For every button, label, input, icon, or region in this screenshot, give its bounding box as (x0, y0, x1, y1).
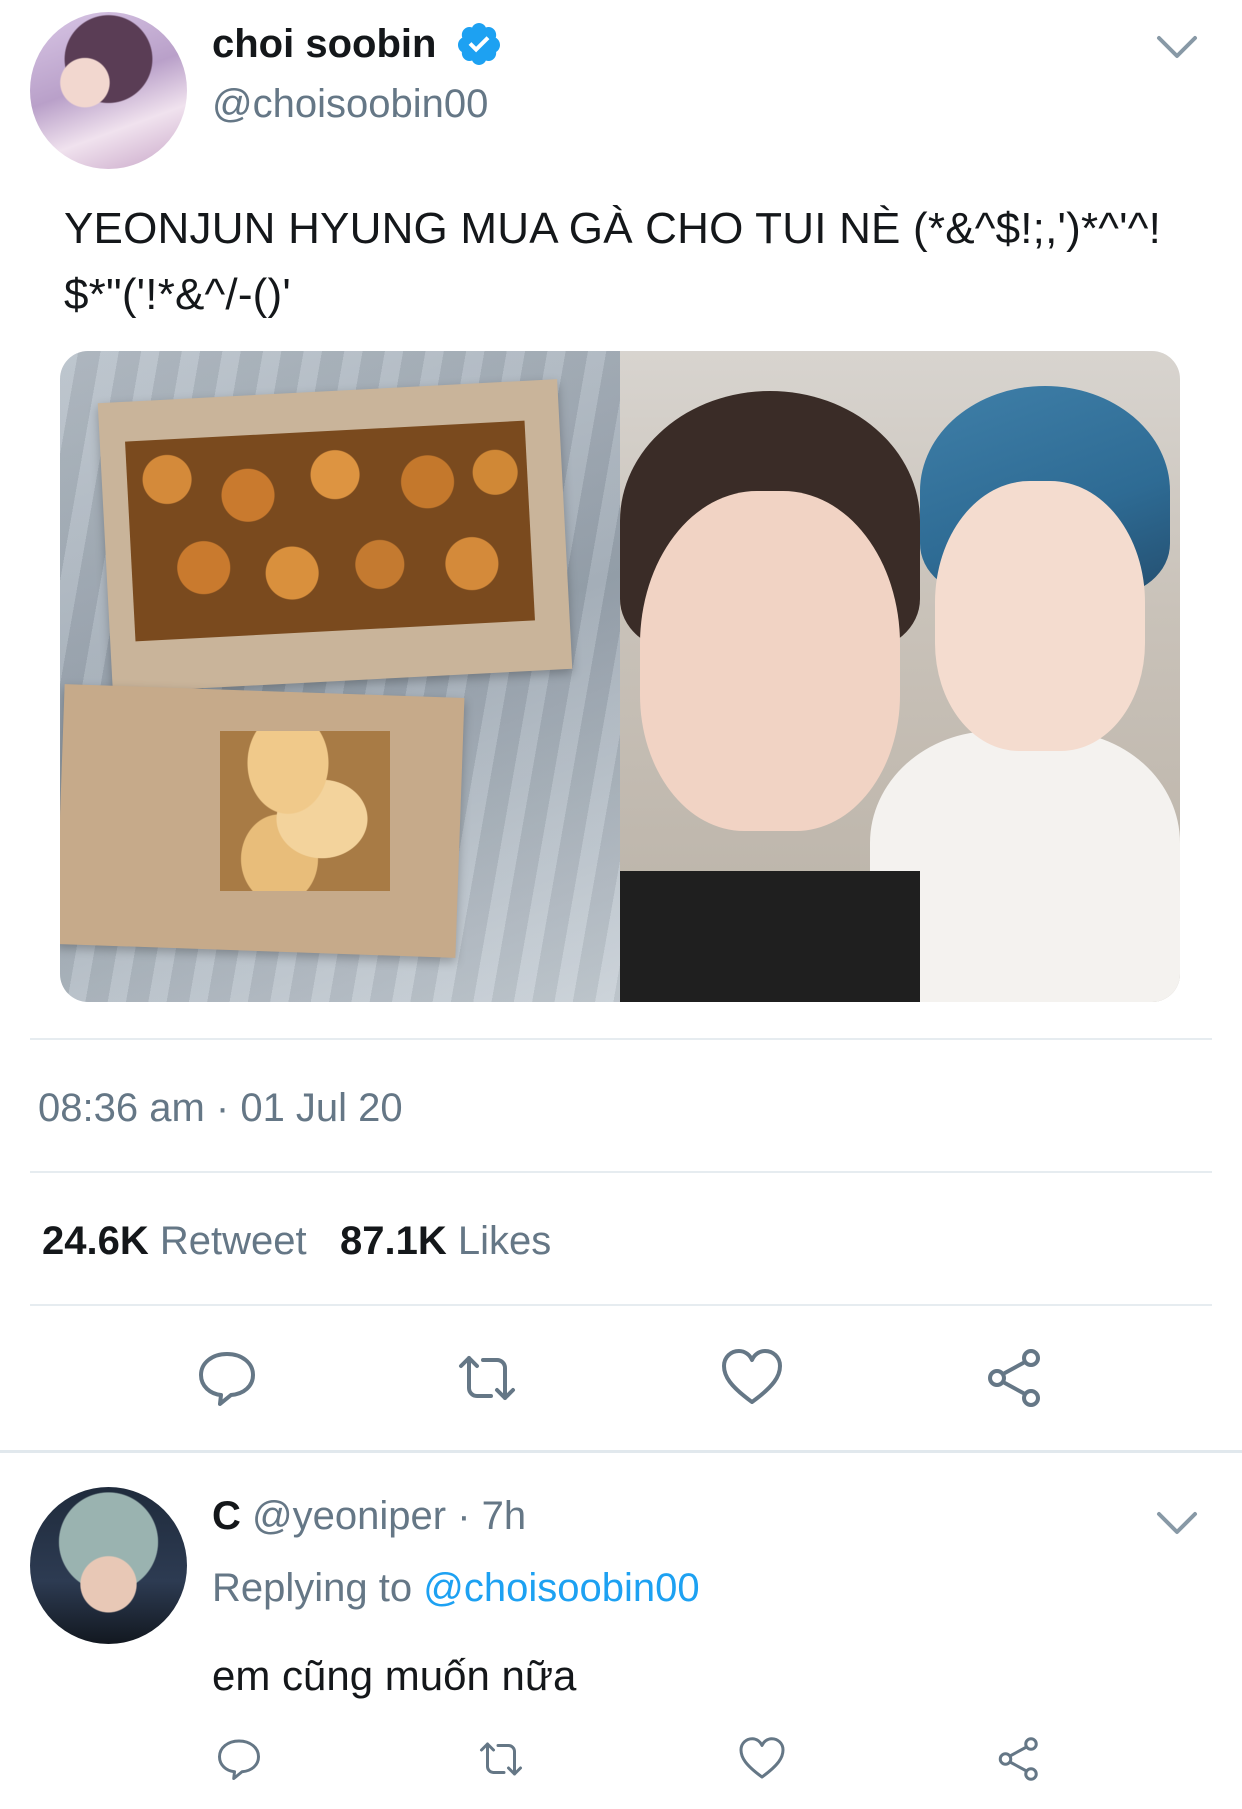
shirt (620, 871, 920, 1002)
verified-badge-icon (455, 20, 503, 68)
photo-chicken-boxes[interactable] (60, 351, 620, 1002)
tweet-timestamp[interactable]: 08:36 am · 01 Jul 20 (38, 1080, 403, 1136)
retweet-icon[interactable] (477, 1735, 525, 1783)
face (640, 491, 900, 831)
reply-author-name[interactable]: C (212, 1494, 241, 1538)
reply-author-avatar[interactable] (30, 1487, 187, 1644)
retweet-icon[interactable] (455, 1346, 519, 1410)
comment-icon[interactable] (215, 1735, 263, 1783)
tweet-separator (0, 1450, 1242, 1453)
divider (30, 1304, 1212, 1306)
retweet-count[interactable]: 24.6K (42, 1219, 149, 1263)
share-icon[interactable] (983, 1346, 1047, 1410)
face (935, 481, 1145, 751)
reply-time: · 7h (457, 1494, 527, 1538)
author-avatar[interactable] (30, 12, 187, 169)
tweet-media (60, 351, 1180, 1002)
like-count[interactable]: 87.1K (340, 1219, 447, 1263)
heart-icon[interactable] (720, 1346, 784, 1410)
tweet-stats: 24.6K Retweet 87.1K Likes (42, 1213, 551, 1269)
reply-text: em cũng muốn nữa (212, 1652, 577, 1699)
tweet-text-line-2: $*"('!*&^/-()' (64, 270, 291, 319)
photo-selfie[interactable] (620, 351, 1180, 1002)
fried-chicken (125, 420, 535, 642)
replying-to: Replying to @choisoobin00 (212, 1560, 700, 1616)
reply-header: C @yeoniper · 7h (212, 1488, 526, 1544)
comment-icon[interactable] (195, 1346, 259, 1410)
fried-chicken (220, 731, 390, 891)
tweet-text: YEONJUN HYUNG MUA GÀ CHO TUI NÈ (*&^$!;,… (64, 196, 1194, 328)
replying-prefix: Replying to (212, 1566, 413, 1610)
heart-icon[interactable] (738, 1735, 786, 1783)
chevron-down-icon[interactable] (1155, 1508, 1199, 1538)
reply-author-handle[interactable]: @yeoniper (252, 1494, 446, 1538)
divider (30, 1038, 1212, 1040)
replying-to-link[interactable]: @choisoobin00 (423, 1566, 699, 1610)
like-label[interactable]: Likes (458, 1219, 551, 1263)
tweet-text-line-1: YEONJUN HYUNG MUA GÀ CHO TUI NÈ (*&^$!;,… (64, 204, 1162, 253)
author-name[interactable]: choi soobin (212, 16, 436, 72)
share-icon[interactable] (995, 1735, 1043, 1783)
divider (30, 1171, 1212, 1173)
chevron-down-icon[interactable] (1155, 32, 1199, 62)
author-handle[interactable]: @choisoobin00 (212, 76, 488, 132)
retweet-label[interactable]: Retweet (160, 1219, 307, 1263)
